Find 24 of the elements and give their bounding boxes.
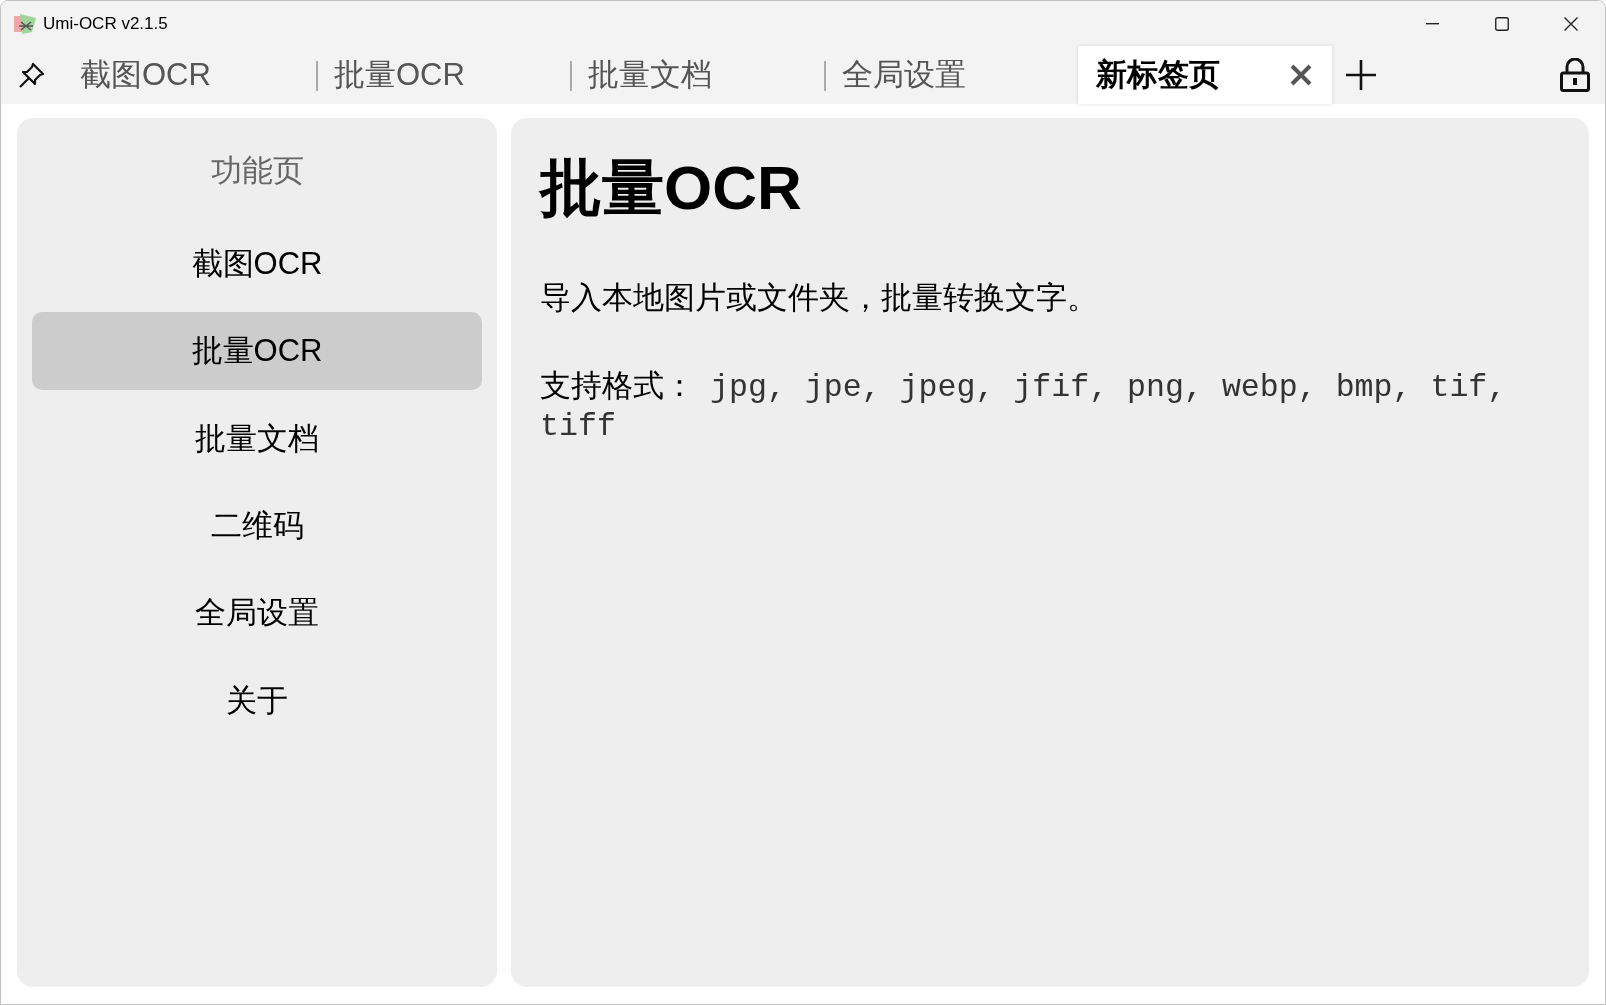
sidebar-item[interactable]: 全局设置 xyxy=(32,574,482,653)
sidebar-title: 功能页 xyxy=(209,151,305,190)
sidebar-item[interactable]: 关于 xyxy=(32,661,482,740)
sidebar-item[interactable]: 批量文档 xyxy=(32,399,482,478)
sidebar-item[interactable]: 批量OCR xyxy=(32,312,482,391)
window-title: Umi-OCR v2.1.5 xyxy=(43,12,168,35)
tab[interactable]: 批量OCR xyxy=(316,46,570,104)
close-tab-icon[interactable] xyxy=(1290,64,1312,86)
minimize-icon[interactable] xyxy=(1426,22,1439,25)
maximize-icon[interactable] xyxy=(1494,16,1509,31)
page-heading: 批量OCR xyxy=(540,152,803,224)
tab[interactable]: 批量文档 xyxy=(570,46,824,104)
tab[interactable]: 新标签页 xyxy=(1078,46,1332,104)
description-text: 导入本地图片或文件夹，批量转换文字。 xyxy=(540,279,1099,317)
tab[interactable]: 截图OCR xyxy=(62,46,316,104)
lock-icon[interactable] xyxy=(1560,58,1590,92)
sidebar-item[interactable]: 截图OCR xyxy=(32,225,482,303)
pin-icon[interactable] xyxy=(18,62,45,88)
sidebar-item[interactable]: 二维码 xyxy=(32,487,482,566)
supported-formats-text: 支持格式： jpg, jpe, jpeg, jfif, png, webp, bmp, tif, tiff xyxy=(540,367,1508,445)
tab[interactable]: 全局设置 xyxy=(824,46,1078,104)
close-icon[interactable] xyxy=(1563,16,1578,31)
add-tab-icon[interactable] xyxy=(1346,60,1376,90)
app-logo-icon xyxy=(14,13,36,34)
